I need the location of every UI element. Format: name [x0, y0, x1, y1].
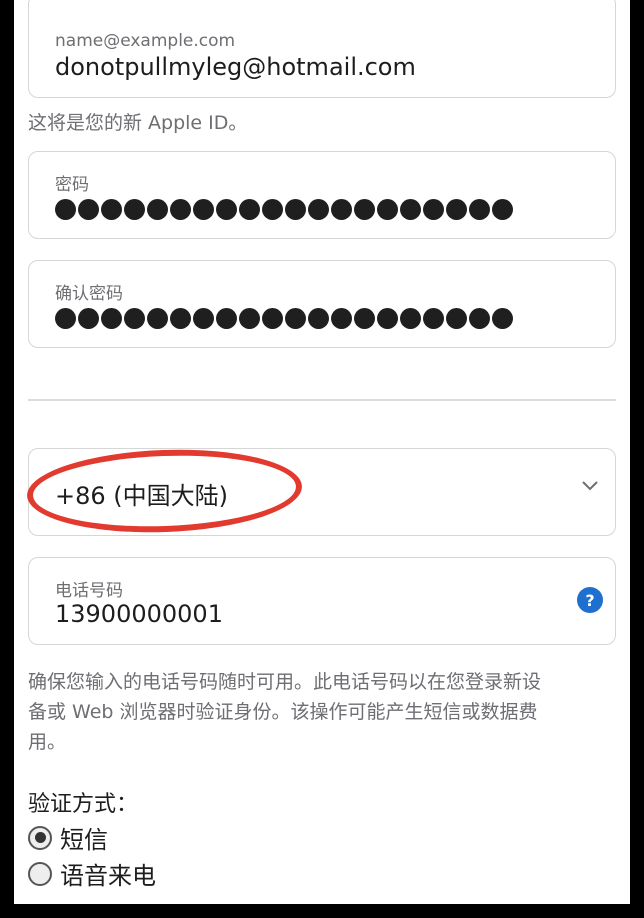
mask-dot: [400, 199, 421, 220]
mask-dot: [193, 308, 214, 329]
phone-note: 确保您输入的电话号码随时可用。此电话号码以在您登录新设备或 Web 浏览器时验证…: [28, 671, 542, 753]
password-field[interactable]: 密码: [28, 151, 616, 239]
mask-dot: [239, 308, 260, 329]
mask-dot: [492, 308, 513, 329]
mask-dot: [354, 199, 375, 220]
mask-dot: [400, 308, 421, 329]
mask-dot: [262, 199, 283, 220]
radio-option-sms-label: 短信: [60, 826, 108, 854]
section-divider: [28, 399, 616, 401]
mask-dot: [377, 308, 398, 329]
confirm-password-mask[interactable]: [55, 308, 513, 329]
phone-number-field[interactable]: 电话号码 13900000001 ?: [28, 557, 616, 645]
mask-dot: [308, 308, 329, 329]
mask-dot: [446, 199, 467, 220]
email-value[interactable]: donotpullmyleg@hotmail.com: [55, 53, 416, 81]
mask-dot: [423, 308, 444, 329]
mask-dot: [331, 308, 352, 329]
mask-dot: [193, 199, 214, 220]
phone-number-label: 电话号码: [55, 581, 123, 601]
verification-method-label: 验证方式：: [28, 792, 139, 817]
radio-option-voice[interactable]: 语音来电: [28, 856, 156, 891]
mask-dot: [55, 199, 76, 220]
confirm-password-field[interactable]: 确认密码: [28, 260, 616, 348]
country-code-value: +86 (中国大陆): [55, 482, 229, 510]
mask-dot: [469, 308, 490, 329]
password-label: 密码: [55, 175, 89, 195]
mask-dot: [78, 308, 99, 329]
phone-number-value[interactable]: 13900000001: [55, 600, 223, 628]
mask-dot: [147, 199, 168, 220]
mask-dot: [285, 199, 306, 220]
mask-dot: [262, 308, 283, 329]
country-code-select[interactable]: +86 (中国大陆): [28, 448, 616, 536]
mask-dot: [331, 199, 352, 220]
mask-dot: [216, 308, 237, 329]
radio-dot: [34, 832, 46, 843]
confirm-password-label: 确认密码: [55, 284, 123, 304]
email-field[interactable]: name@example.com donotpullmyleg@hotmail.…: [28, 0, 616, 98]
signup-form: name@example.com donotpullmyleg@hotmail.…: [14, 0, 630, 904]
radio-option-sms[interactable]: 短信: [28, 820, 108, 855]
help-icon[interactable]: ?: [577, 587, 603, 613]
mask-dot: [101, 308, 122, 329]
mask-dot: [354, 308, 375, 329]
email-placeholder-label: name@example.com: [55, 31, 236, 51]
mask-dot: [101, 199, 122, 220]
mask-dot: [423, 199, 444, 220]
mask-dot: [469, 199, 490, 220]
mask-dot: [55, 308, 76, 329]
mask-dot: [285, 308, 306, 329]
mask-dot: [147, 308, 168, 329]
mask-dot: [124, 199, 145, 220]
chevron-down-icon: [582, 481, 598, 491]
mask-dot: [377, 199, 398, 220]
mask-dot: [170, 308, 191, 329]
radio-selected-icon[interactable]: [28, 825, 52, 850]
radio-unselected-icon[interactable]: [28, 861, 52, 886]
email-hint: 这将是您的新 Apple ID。: [28, 112, 248, 134]
mask-dot: [446, 308, 467, 329]
mask-dot: [78, 199, 99, 220]
mask-dot: [124, 308, 145, 329]
mask-dot: [216, 199, 237, 220]
mask-dot: [170, 199, 191, 220]
mask-dot: [308, 199, 329, 220]
password-mask[interactable]: [55, 199, 513, 220]
mask-dot: [239, 199, 260, 220]
mask-dot: [492, 199, 513, 220]
radio-option-voice-label: 语音来电: [60, 862, 156, 890]
